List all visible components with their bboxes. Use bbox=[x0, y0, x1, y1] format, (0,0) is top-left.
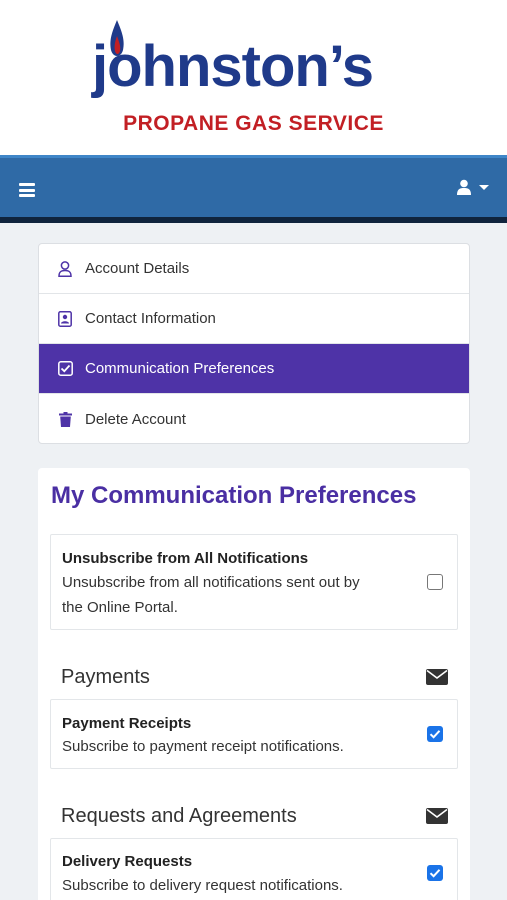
section-heading-requests-and-agreements: Requests and Agreements bbox=[61, 805, 297, 827]
user-icon bbox=[457, 179, 471, 195]
preferences-card: My Communication Preferences Unsubscribe… bbox=[38, 468, 470, 900]
unsubscribe-all-checkbox[interactable] bbox=[427, 574, 443, 590]
menu-item-account-details[interactable]: Account Details bbox=[39, 244, 469, 294]
hamburger-icon[interactable] bbox=[19, 183, 35, 197]
payment-receipts-checkbox[interactable] bbox=[427, 726, 443, 742]
envelope-icon bbox=[426, 808, 448, 824]
user-menu-dropdown[interactable] bbox=[457, 179, 489, 201]
menu-item-label: Account Details bbox=[85, 260, 190, 277]
payment-receipts-description: Subscribe to payment receipt notificatio… bbox=[62, 738, 344, 755]
top-navbar bbox=[0, 155, 507, 223]
menu-item-delete-account[interactable]: Delete Account bbox=[39, 394, 469, 443]
menu-item-contact-information[interactable]: Contact Information bbox=[39, 294, 469, 344]
page-title: My Communication Preferences bbox=[51, 482, 417, 509]
user-outline-icon bbox=[57, 260, 73, 277]
section-heading-payments: Payments bbox=[61, 666, 150, 688]
delivery-requests-description: Subscribe to delivery request notificati… bbox=[62, 877, 343, 894]
unsubscribe-all-description-line2: the Online Portal. bbox=[62, 599, 178, 616]
contact-card-icon bbox=[57, 310, 73, 327]
brand-tagline: PROPANE GAS SERVICE bbox=[123, 112, 384, 135]
menu-item-label: Delete Account bbox=[85, 410, 186, 428]
trash-icon bbox=[57, 411, 73, 427]
unsubscribe-all-title: Unsubscribe from All Notifications bbox=[62, 550, 309, 567]
menu-item-label: Contact Information bbox=[85, 310, 216, 327]
payment-receipts-box: Payment Receipts Subscribe to payment re… bbox=[50, 699, 458, 769]
menu-item-label: Communication Preferences bbox=[85, 360, 275, 377]
delivery-requests-title: Delivery Requests bbox=[62, 853, 193, 870]
envelope-icon bbox=[426, 669, 448, 685]
check-square-icon bbox=[57, 361, 73, 377]
logo-header: johnston’s PROPANE GAS SERVICE bbox=[0, 0, 507, 155]
unsubscribe-all-description-line1: Unsubscribe from all notifications sent … bbox=[62, 574, 360, 591]
delivery-requests-checkbox[interactable] bbox=[427, 865, 443, 881]
menu-item-communication-preferences[interactable]: Communication Preferences bbox=[39, 344, 469, 394]
unsubscribe-all-box: Unsubscribe from All Notifications Unsub… bbox=[50, 534, 458, 630]
payment-receipts-title: Payment Receipts bbox=[62, 715, 192, 732]
chevron-down-icon bbox=[479, 185, 489, 190]
brand-logo: johnston’s bbox=[92, 34, 374, 99]
delivery-requests-box: Delivery Requests Subscribe to delivery … bbox=[50, 838, 458, 900]
account-menu: Account Details Contact Information Comm… bbox=[38, 243, 470, 444]
